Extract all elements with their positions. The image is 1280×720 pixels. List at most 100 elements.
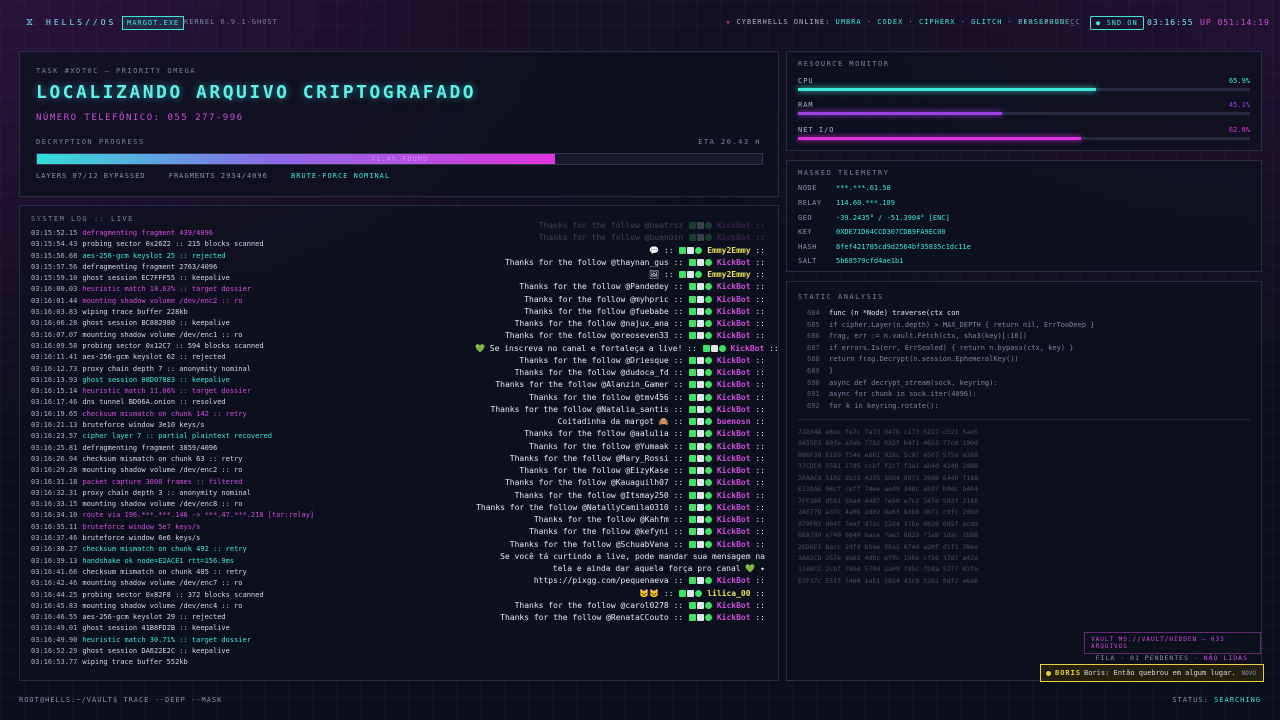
code-line: 687 if errors.Is(err, ErrSealed) { return…	[807, 343, 1095, 355]
log-message: proxy chain depth 7 :: anonymity nominal	[82, 364, 251, 373]
chat-username[interactable]: KickBot	[717, 576, 751, 585]
chat-text: Thanks for the follow @beatrsz	[538, 221, 684, 230]
user-badge-icon	[697, 307, 704, 315]
chat-username[interactable]: KickBot	[717, 258, 751, 267]
user-badge-icon	[697, 442, 704, 450]
user-badge-icon	[697, 614, 704, 621]
static-analysis-panel[interactable]: STATIC ANALYSIS 684 func (n *Node) traver…	[786, 281, 1262, 681]
user-badge-icon	[689, 307, 696, 315]
log-message: probing sector 0x2622 :: 215 blocks scan…	[82, 240, 264, 249]
log-row: 03:16:44.25 probing sector 0x82F8 :: 372 …	[31, 590, 331, 601]
telemetry-row: GEO -39.2435° / -51.3904° [ENC]	[798, 214, 950, 222]
unread-link[interactable]: NÃO LIDAS	[1204, 654, 1248, 662]
chat-username[interactable]: KickBot	[717, 491, 751, 500]
brand-name: HELLS//OS	[46, 18, 117, 27]
chat-username[interactable]: KickBot	[717, 233, 751, 242]
chat-username[interactable]: KickBot	[717, 331, 751, 340]
hex-line: 1168CC 2cbf 76bd 570d 2a09 795c fb8a 527…	[798, 565, 979, 574]
code-line: 688 return frag.Decrypt(n.session.Ephemer…	[807, 354, 1095, 366]
chat-username[interactable]: Emmy2Emmy	[707, 270, 750, 279]
line-number: 687	[807, 343, 820, 352]
log-timestamp: 03:16:38.27	[31, 545, 78, 554]
chat-username[interactable]: KickBot	[717, 356, 751, 365]
log-row: 03:16:39.13 handshake ok node=E2ACE1 rtt=…	[31, 556, 331, 567]
chat-username[interactable]: KickBot	[717, 380, 751, 389]
system-log-panel[interactable]: SYSTEM LOG :: LIVE 03:15:52.15 defragment…	[19, 205, 779, 681]
chat-username[interactable]: KickBot	[717, 429, 751, 438]
line-number: 685	[807, 320, 820, 329]
user-badge-icon	[689, 540, 696, 548]
chat-username[interactable]: KickBot	[717, 319, 751, 328]
log-timestamp: 03:16:31.18	[31, 477, 78, 486]
chat-username[interactable]: KickBot	[717, 601, 751, 610]
user-badge-icon	[687, 589, 695, 597]
user-badge-icon	[702, 344, 710, 352]
chat-username[interactable]: lilica_00	[707, 589, 750, 598]
log-row: 03:16:12.73 proxy chain depth 7 :: anonym…	[31, 364, 331, 375]
chat-message: Thanks for the follow @najux_ana :: Kick…	[514, 319, 765, 328]
online-user[interactable]: CIPHERX	[919, 18, 956, 26]
code-line: 684 func (n *Node) traverse(ctx con	[807, 308, 1095, 320]
log-timestamp: 03:16:17.46	[31, 398, 78, 407]
line-number: 684	[807, 309, 820, 317]
meter-fill	[798, 88, 1096, 91]
online-user[interactable]: UMBRA	[836, 18, 862, 26]
chat-message: Thanks for the follow @NatallyCamila0310…	[476, 502, 765, 512]
user-badge-icon	[689, 614, 696, 621]
chat-text: Thanks for the follow @Mary_Rossi ::	[509, 453, 684, 463]
telemetry-value: ***.***.61.58	[836, 184, 891, 192]
log-timestamp: 03:15:57.56	[31, 262, 78, 271]
command-prompt[interactable]: ROOT@HELLS:~/VAULT$ TRACE --DEEP --MASK	[19, 696, 222, 704]
chat-username[interactable]: KickBot	[717, 613, 751, 622]
chat-username[interactable]: KickBot	[717, 515, 751, 524]
static-analysis-header: STATIC ANALYSIS	[798, 293, 884, 301]
online-user[interactable]: CODEX	[877, 18, 903, 26]
user-badge-icon	[697, 320, 704, 327]
log-timestamp: 03:15:52.15	[31, 229, 78, 237]
code-text: frag, err := n.vault.Fetch(ctx, sha3(key…	[829, 332, 1028, 341]
user-badge-icon	[689, 418, 696, 425]
chat-username[interactable]: KickBot	[717, 368, 751, 377]
chat-username[interactable]: KickBot	[717, 527, 751, 536]
chat-text: Thanks for the follow @Pandedey ::	[519, 282, 684, 292]
chat-message: Thanks for the follow @Natalia_santis ::…	[490, 404, 765, 414]
log-timestamp: 03:16:49.01	[31, 624, 78, 633]
log-message: defragmenting fragment 2763/4096	[82, 262, 218, 271]
chat-username[interactable]: KickBot	[717, 442, 751, 451]
chat-username[interactable]: KickBot	[717, 540, 751, 549]
chat-username[interactable]: KickBot	[717, 295, 751, 304]
chat-username[interactable]: KickBot	[717, 405, 751, 414]
chat-username[interactable]: KickBot	[717, 307, 751, 316]
chat-text: Thanks for the follow @buenosn	[538, 233, 684, 243]
chat-text: 🐱🐱 ::	[639, 588, 674, 598]
chat-username[interactable]: KickBot	[717, 282, 751, 291]
chat-text: 💚 Se inscreva no canal e fortaleça a liv…	[475, 343, 697, 353]
sound-toggle-button[interactable]: ● SND ON	[1090, 16, 1144, 30]
chat-username[interactable]: KickBot	[717, 466, 751, 475]
chat-message: Thanks for the follow @Driesque :: KickB…	[519, 355, 765, 365]
chat-message: Thanks for the follow @Mary_Rossi :: Kic…	[509, 453, 765, 463]
chat-username[interactable]: KickBot	[717, 393, 751, 402]
chat-username[interactable]: KickBot	[731, 344, 765, 353]
user-badge-icon	[697, 430, 704, 438]
log-timestamp: 03:16:52.29	[31, 646, 78, 655]
notification-toast[interactable]: BORIS Boris: Então quebrou em algum luga…	[1040, 664, 1264, 682]
log-row: 03:16:34.10 route via 196.***.***.146 -> …	[31, 510, 331, 521]
log-timestamp: 03:15:56.68	[31, 251, 78, 260]
chat-username[interactable]: KickBot	[717, 503, 751, 512]
chat-username[interactable]: buenosn	[717, 417, 751, 426]
user-badge-icon	[705, 356, 712, 364]
telemetry-row: SALT 5b68579cfd4ae1b1	[798, 257, 903, 265]
user-badge-icon	[697, 356, 704, 364]
chat-username[interactable]: Emmy2Emmy	[707, 246, 750, 255]
log-timestamp: 03:16:49.90	[31, 635, 78, 644]
log-message: route via 196.***.***.146 -> ***.47.***.…	[82, 511, 315, 520]
log-row: 03:16:37.46 bruteforce window 6e6 keys/s	[31, 533, 331, 544]
vault-path-badge[interactable]: VAULT MS://VAULT/HIDDEN — 033 ARQUIVOS	[1084, 632, 1261, 654]
online-user[interactable]: GLITCH	[971, 18, 1002, 26]
log-row: 03:15:56.68 aes-256-gcm keyslot 25 :: rej…	[31, 251, 331, 262]
chat-username[interactable]: KickBot	[717, 221, 751, 230]
chat-username[interactable]: KickBot	[717, 478, 751, 487]
session-badge[interactable]: MARGOT.EXE	[122, 16, 185, 30]
chat-username[interactable]: KickBot	[717, 454, 751, 463]
